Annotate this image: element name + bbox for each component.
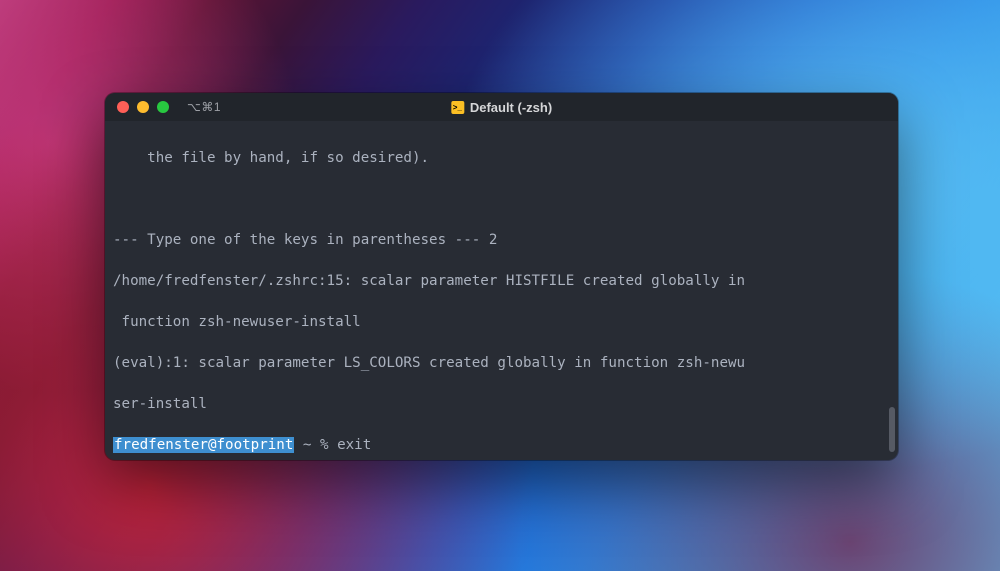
terminal-line: fredfenster@footprint ~ % exit <box>113 435 890 456</box>
window-title-group: >_ Default (-zsh) <box>451 100 552 115</box>
traffic-light-group <box>105 101 169 113</box>
terminal-line <box>113 189 890 210</box>
terminal-line: function zsh-newuser-install <box>113 312 890 333</box>
window-titlebar[interactable]: ⌥⌘1 >_ Default (-zsh) <box>105 93 898 121</box>
scrollbar-thumb[interactable] <box>889 407 895 452</box>
minimize-button[interactable] <box>137 101 149 113</box>
terminal-window: ⌥⌘1 >_ Default (-zsh) the file by hand, … <box>105 93 898 460</box>
window-title: Default (-zsh) <box>470 100 552 115</box>
command-text: ~ % exit <box>294 437 371 453</box>
terminal-line: /home/fredfenster/.zshrc:15: scalar para… <box>113 271 890 292</box>
terminal-line: ser-install <box>113 394 890 415</box>
tab-shortcut-indicator: ⌥⌘1 <box>187 100 221 114</box>
close-button[interactable] <box>117 101 129 113</box>
terminal-line: --- Type one of the keys in parentheses … <box>113 230 890 251</box>
terminal-line: (eval):1: scalar parameter LS_COLORS cre… <box>113 353 890 374</box>
terminal-output[interactable]: the file by hand, if so desired). --- Ty… <box>105 121 898 460</box>
prompt-user-host: fredfenster@footprint <box>113 437 294 453</box>
terminal-icon: >_ <box>451 101 464 114</box>
terminal-line: the file by hand, if so desired). <box>113 148 890 169</box>
maximize-button[interactable] <box>157 101 169 113</box>
